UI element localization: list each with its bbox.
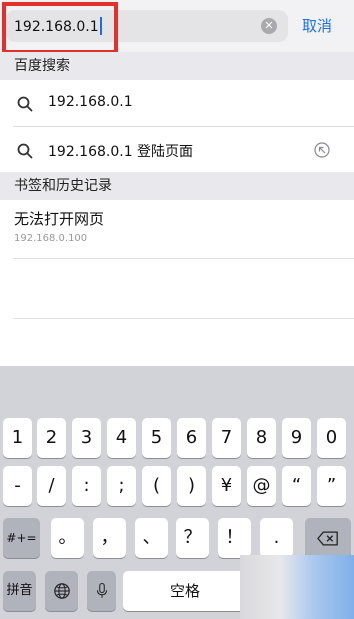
search-icon [17, 96, 33, 112]
history-title: 无法打开网页 [14, 210, 105, 228]
globe-key[interactable] [45, 571, 78, 611]
clear-icon[interactable]: ✕ [261, 18, 277, 34]
key-enum-comma[interactable]: 、 [135, 518, 168, 558]
key-7[interactable]: 7 [212, 418, 241, 458]
key-question[interactable]: ？ [176, 518, 209, 558]
key-at[interactable]: @ [247, 466, 276, 506]
key-0[interactable]: 0 [317, 418, 346, 458]
globe-icon [53, 583, 70, 599]
key-3[interactable]: 3 [72, 418, 101, 458]
address-bar: 192.168.0.1 ✕ 取消 [0, 0, 354, 54]
cancel-button[interactable]: 取消 [302, 15, 332, 36]
key-exclaim[interactable]: ！ [218, 518, 251, 558]
key-period-cn[interactable]: 。 [51, 518, 84, 558]
suggestion-label: 192.168.0.1 [48, 94, 133, 110]
key-semicolon[interactable]: ; [107, 466, 136, 506]
key-9[interactable]: 9 [282, 418, 311, 458]
key-close-quote[interactable]: ” [317, 466, 346, 506]
key-open-quote[interactable]: “ [282, 466, 311, 506]
key-2[interactable]: 2 [37, 418, 66, 458]
history-url: 192.168.0.100 [14, 233, 88, 244]
key-dot[interactable]: . [260, 518, 293, 558]
section-header-baidu: 百度搜索 [0, 52, 354, 80]
backspace-icon [317, 530, 338, 546]
key-5[interactable]: 5 [142, 418, 171, 458]
key-pinyin[interactable]: 拼音 [3, 571, 36, 611]
key-1[interactable]: 1 [3, 418, 32, 458]
key-8[interactable]: 8 [247, 418, 276, 458]
divider [13, 318, 354, 319]
key-yuan[interactable]: ¥ [212, 466, 241, 506]
backspace-key[interactable] [305, 518, 351, 558]
mic-key[interactable] [87, 571, 116, 611]
divider [13, 258, 354, 259]
key-colon[interactable]: : [72, 466, 101, 506]
blur-watermark [240, 555, 354, 619]
key-open-paren[interactable]: ( [142, 466, 171, 506]
key-6[interactable]: 6 [177, 418, 206, 458]
arrow-up-left-icon[interactable] [314, 142, 330, 158]
key-slash[interactable]: / [37, 466, 66, 506]
microphone-icon [96, 582, 107, 598]
section-header-bookmarks: 书签和历史记录 [0, 172, 354, 200]
suggestion-row[interactable]: 192.168.0.1 登陆页面 [0, 127, 354, 174]
suggestion-label: 192.168.0.1 登陆页面 [48, 144, 194, 160]
suggestion-row[interactable]: 192.168.0.1 [0, 80, 354, 127]
search-icon [17, 143, 33, 159]
red-highlight-box [2, 2, 118, 54]
key-hyphen[interactable]: - [3, 466, 32, 506]
space-key[interactable]: 空格 [123, 571, 247, 611]
key-close-paren[interactable]: ) [177, 466, 206, 506]
key-comma-cn[interactable]: ， [93, 518, 126, 558]
key-4[interactable]: 4 [107, 418, 136, 458]
key-symbols-toggle[interactable]: #+= [3, 518, 40, 558]
